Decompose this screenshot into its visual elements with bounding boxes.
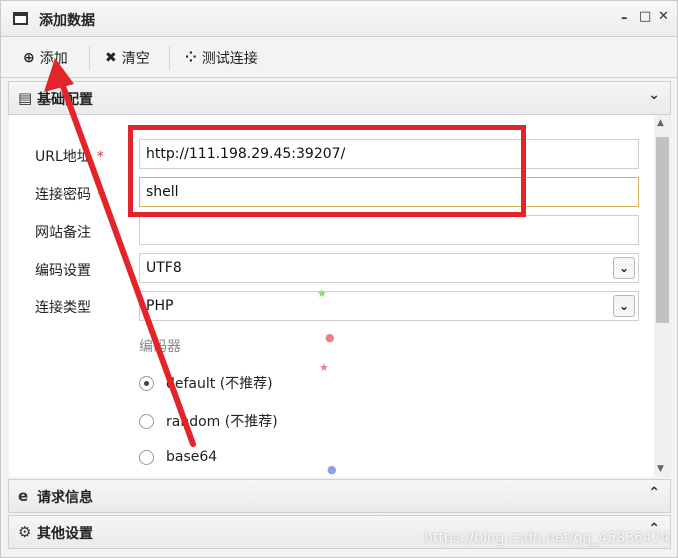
password-input[interactable]: shell — [139, 177, 639, 207]
window-icon — [13, 12, 28, 25]
toolbar-divider — [89, 46, 90, 70]
add-data-window: 添加数据 – □ ✕ ⊕ 添加 ✖ 清空 ⁘ 测试连接 ▤ 基础配置 ⌄ URL… — [0, 0, 678, 558]
type-select[interactable]: PHP ⌄ — [139, 291, 639, 321]
edge-icon: e — [18, 487, 29, 505]
toolbar: ⊕ 添加 ✖ 清空 ⁘ 测试连接 — [1, 38, 677, 78]
radio-selected[interactable] — [139, 375, 154, 391]
maximize-button[interactable]: □ — [639, 9, 651, 24]
encoder-option-label: base64 — [166, 449, 218, 465]
encoder-option-base64[interactable]: base64 — [139, 449, 217, 465]
scroll-thumb[interactable] — [656, 137, 669, 323]
basic-config-form: URL地址 * http://111.198.29.45:39207/ 连接密码 *… — [9, 115, 654, 477]
chevron-up-icon[interactable]: ⌃ — [648, 485, 660, 501]
watermark-text: https://blog.csdn.net/qq_45836474 — [424, 530, 670, 546]
decorative-dot: ● — [325, 331, 335, 344]
encoder-option-default[interactable]: default (不推荐) — [139, 373, 273, 393]
file-icon: ▤ — [18, 89, 33, 107]
encoder-option-random[interactable]: random (不推荐) — [139, 411, 278, 431]
cogs-icon: ⚙ — [18, 523, 32, 541]
add-button[interactable]: ⊕ 添加 — [23, 47, 68, 69]
radio-unselected[interactable] — [139, 413, 154, 429]
encoding-label: 编码设置 — [35, 263, 91, 279]
section-title: 基础配置 — [37, 92, 93, 108]
chevron-down-icon[interactable]: ⌄ — [613, 257, 635, 279]
type-label: 连接类型 — [35, 300, 91, 316]
decorative-star: ★ — [319, 361, 329, 374]
scroll-up-icon[interactable]: ▲ — [657, 118, 664, 128]
window-title: 添加数据 — [39, 13, 95, 29]
plus-circle-icon: ⊕ — [23, 50, 35, 66]
test-connection-label: 测试连接 — [201, 51, 258, 67]
chevron-down-icon[interactable]: ⌄ — [648, 87, 660, 103]
note-input[interactable] — [139, 215, 639, 245]
encoding-select[interactable]: UTF8 ⌄ — [139, 253, 639, 283]
type-value: PHP — [146, 298, 174, 314]
minimize-button[interactable]: – — [621, 11, 628, 26]
close-button[interactable]: ✕ — [658, 9, 669, 24]
section-title: 请求信息 — [37, 490, 93, 506]
section-request-info[interactable]: e 请求信息 ⌃ — [8, 479, 671, 513]
note-label: 网站备注 — [35, 225, 91, 241]
decorative-dot: ● — [327, 463, 337, 476]
encoder-option-label: random (不推荐) — [166, 414, 278, 430]
scroll-down-icon[interactable]: ▼ — [657, 464, 664, 474]
encoder-option-label: default (不推荐) — [166, 376, 273, 392]
encoding-value: UTF8 — [146, 260, 182, 276]
toolbar-divider — [169, 46, 170, 70]
section-title: 其他设置 — [37, 526, 93, 542]
test-connection-button[interactable]: ⁘ 测试连接 — [185, 47, 258, 69]
section-basic-config[interactable]: ▤ 基础配置 ⌄ — [8, 81, 671, 115]
chevron-down-icon[interactable]: ⌄ — [613, 295, 635, 317]
title-bar[interactable]: 添加数据 – □ ✕ — [1, 1, 677, 37]
url-input[interactable]: http://111.198.29.45:39207/ — [139, 139, 639, 169]
spinner-icon: ⁘ — [185, 50, 197, 66]
encoder-title: 编码器 — [139, 339, 181, 355]
radio-unselected[interactable] — [139, 449, 154, 465]
decorative-star: ★ — [317, 287, 327, 300]
clear-button-label: 清空 — [121, 51, 150, 67]
password-label: 连接密码 * — [35, 187, 104, 203]
add-button-label: 添加 — [39, 51, 68, 67]
url-label: URL地址 * — [35, 149, 104, 165]
clear-button[interactable]: ✖ 清空 — [105, 47, 150, 69]
times-icon: ✖ — [105, 50, 117, 66]
form-scrollbar[interactable]: ▲ ▼ — [654, 115, 671, 477]
